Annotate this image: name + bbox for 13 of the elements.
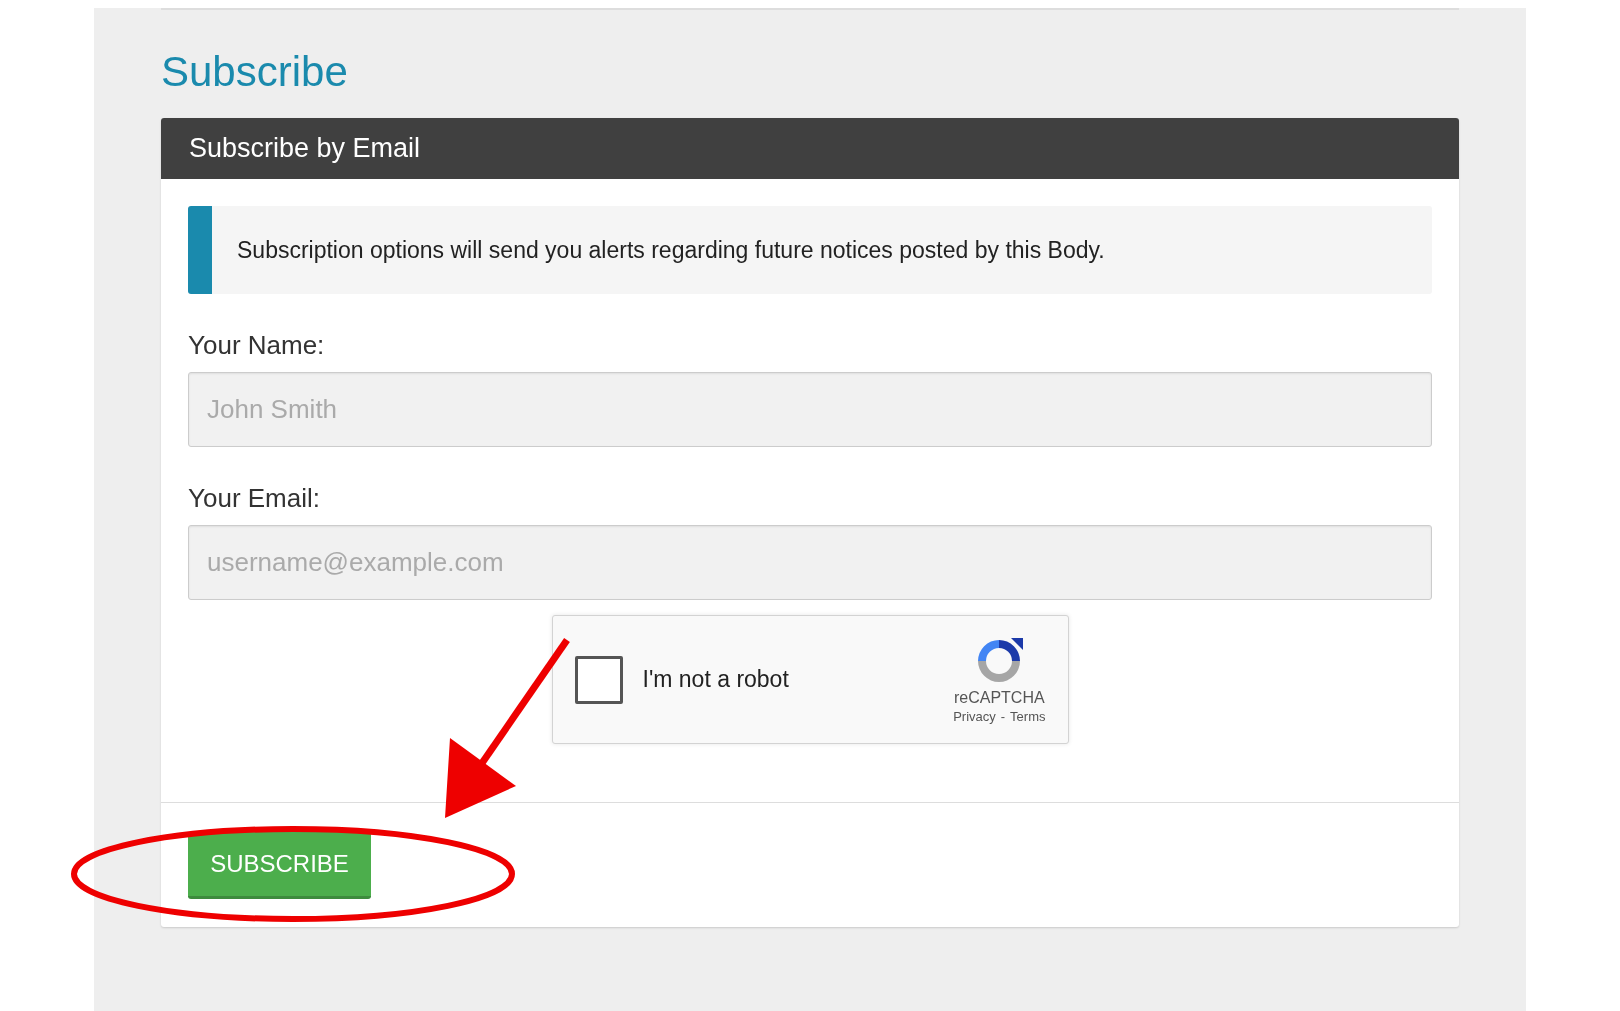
page-heading: Subscribe [161,47,348,97]
text-field[interactable]: username@example.com [188,525,1432,600]
field-label: Your Email: [188,482,320,515]
field-label: Your Name: [188,329,325,362]
link-separator: - [1000,707,1006,726]
card-title: Subscribe by Email [189,132,421,166]
captcha-checkbox[interactable] [574,655,623,704]
captcha-label: I'm not a robot [642,665,789,695]
text-field[interactable]: John Smith [188,372,1432,447]
privacy-link[interactable]: Privacy [953,707,996,726]
captcha-brand: reCAPTCHA [953,687,1045,708]
terms-link[interactable]: Terms [1010,707,1046,726]
notice-text: Subscription options will send you alerts regarding future notices posted by this Body. [236,235,1105,265]
